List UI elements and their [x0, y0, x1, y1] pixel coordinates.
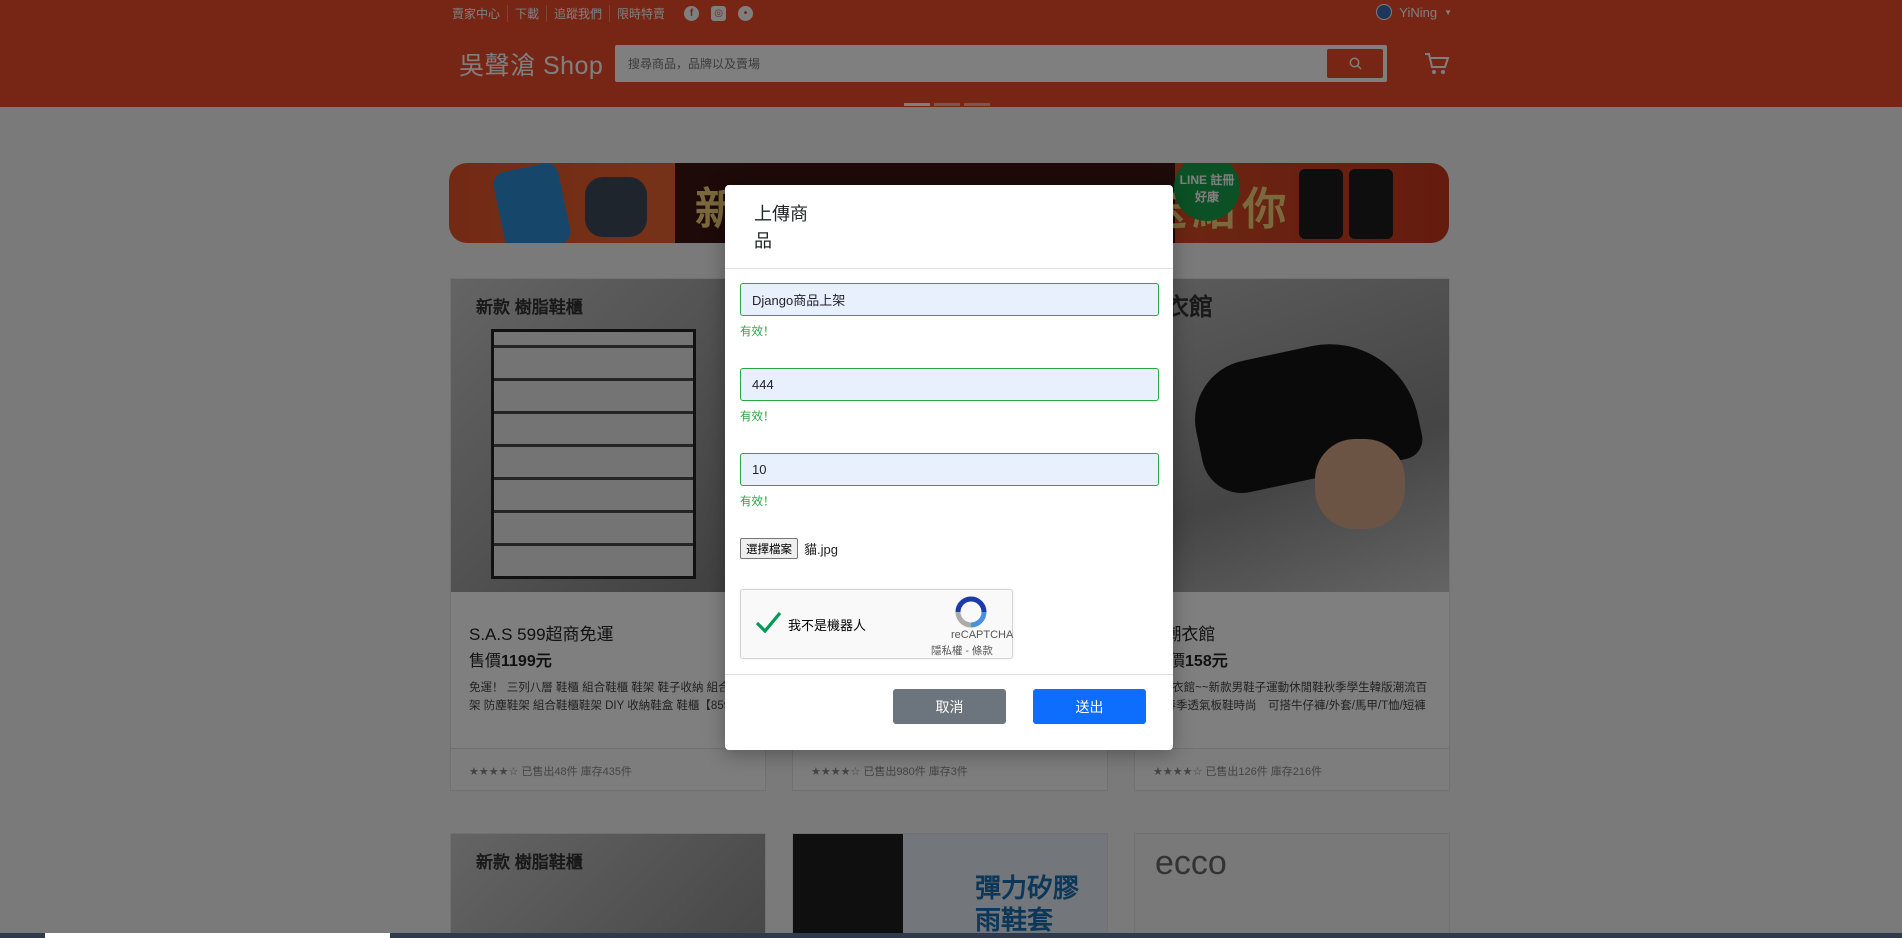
recaptcha-widget: 我不是機器人 reCAPTCHA 隱私權 - 條款: [740, 589, 1013, 659]
product-stock-input[interactable]: [740, 453, 1159, 486]
file-upload: 選擇檔案 貓.jpg: [740, 538, 838, 559]
bottom-strip-highlight: [45, 933, 390, 938]
bottom-strip: [0, 933, 1902, 938]
recaptcha-brand: reCAPTCHA: [951, 629, 1014, 641]
valid-feedback: 有效！: [740, 326, 775, 338]
valid-feedback: 有效！: [740, 411, 775, 423]
modal-title: 上傳商品: [754, 204, 808, 251]
valid-feedback: 有效！: [740, 496, 775, 508]
recaptcha-label: 我不是機器人: [788, 618, 867, 633]
choose-file-button[interactable]: 選擇檔案: [740, 538, 798, 559]
cancel-button[interactable]: 取消: [893, 689, 1006, 724]
upload-product-modal: 上傳商品 有效！ 有效！ 有效！ 選擇檔案 貓.jpg 我不是機器人 reCAP…: [725, 185, 1173, 750]
modal-header: 上傳商品: [725, 185, 1173, 269]
submit-button[interactable]: 送出: [1033, 689, 1146, 724]
checkmark-icon[interactable]: [754, 608, 782, 636]
modal-footer: 取消 送出: [725, 674, 1173, 750]
recaptcha-terms-link[interactable]: 隱私權 - 條款: [931, 643, 993, 658]
product-price-input[interactable]: [740, 368, 1159, 401]
product-name-input[interactable]: [740, 283, 1159, 316]
file-name: 貓.jpg: [804, 542, 838, 557]
recaptcha-logo-icon: [955, 596, 987, 628]
